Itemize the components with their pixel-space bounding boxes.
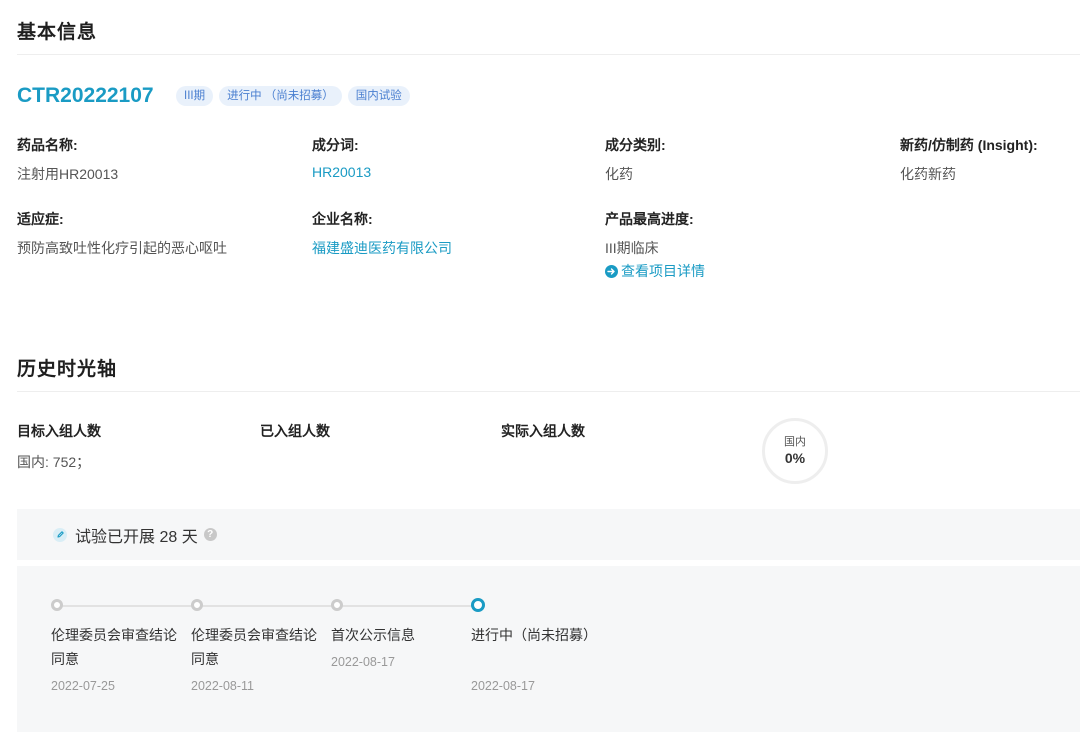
timeline-event-title: 首次公示信息 xyxy=(331,627,415,643)
ingredient-type-value: 化药 xyxy=(605,166,633,182)
timeline-event-date: 2022-08-11 xyxy=(191,679,255,693)
trial-duration-bar: 试验已开展 28 天 ? xyxy=(17,509,1080,560)
timeline-event-title: 伦理委员会审查结论同意 xyxy=(191,627,317,667)
trial-duration-text: 试验已开展 28 天 xyxy=(75,528,198,546)
company-label: 企业名称: xyxy=(312,211,373,227)
enrollment-gauge: 国内 0% xyxy=(762,418,828,484)
company-link[interactable]: 福建盛迪医药有限公司 xyxy=(312,238,452,258)
timeline-event-date: 2022-08-17 xyxy=(331,655,395,669)
indication-label: 适应症: xyxy=(17,211,64,227)
timeline-connector xyxy=(197,605,337,607)
enrolled-label: 已入组人数 xyxy=(260,423,330,439)
max-progress-label: 产品最高进度: xyxy=(605,211,694,227)
trial-id: CTR20222107 xyxy=(17,84,154,107)
ingredient-type-label: 成分类别: xyxy=(605,137,666,153)
drug-name-value: 注射用HR20013 xyxy=(17,166,119,182)
timeline-event-date: 2022-07-25 xyxy=(51,679,115,693)
project-detail-label: 查看项目详情 xyxy=(621,263,705,279)
timeline-node-3-active xyxy=(471,598,485,612)
trial-tags: III期 进行中 （尚未招募） 国内试验 xyxy=(176,86,410,106)
tag-phase: III期 xyxy=(176,86,214,106)
gauge-value: 0% xyxy=(784,450,806,466)
basic-info-divider xyxy=(17,54,1080,55)
tag-region: 国内试验 xyxy=(347,86,410,106)
target-enrollment-value: 国内: 752； xyxy=(17,454,91,470)
timeline-node-0 xyxy=(51,599,63,611)
history-divider xyxy=(17,391,1080,392)
history-title: 历史时光轴 xyxy=(17,359,118,380)
question-icon[interactable]: ? xyxy=(203,528,217,541)
arrow-circle-icon xyxy=(605,264,618,278)
actual-enrollment-label: 实际入组人数 xyxy=(501,423,585,439)
basic-info-title: 基本信息 xyxy=(17,22,98,43)
timeline-node-2 xyxy=(331,599,343,611)
timeline-event-date: 2022-08-17 xyxy=(471,679,535,693)
timeline-node-1 xyxy=(191,599,203,611)
indication-value: 预防高致吐性化疗引起的恶心呕吐 xyxy=(17,240,227,256)
project-detail-link[interactable]: 查看项目详情 xyxy=(605,261,705,281)
timeline-connector xyxy=(337,605,477,607)
ingredient-label: 成分词: xyxy=(312,137,359,153)
tag-status: 进行中 （尚未招募） xyxy=(219,86,342,106)
max-progress-value: III期临床 xyxy=(605,240,659,256)
timeline-panel: 伦理委员会审查结论同意 伦理委员会审查结论同意 首次公示信息 进行中（尚未招募）… xyxy=(17,566,1080,732)
pencil-icon xyxy=(53,527,67,542)
timeline-connector xyxy=(57,605,197,607)
new-generic-label: 新药/仿制药 (Insight): xyxy=(900,137,1038,153)
target-enrollment-label: 目标入组人数 xyxy=(17,423,101,439)
timeline-event-title: 伦理委员会审查结论同意 xyxy=(51,627,177,667)
drug-name-label: 药品名称: xyxy=(17,137,78,153)
new-generic-value: 化药新药 xyxy=(900,166,956,182)
timeline-event-title: 进行中（尚未招募） xyxy=(471,627,597,643)
gauge-label: 国内 xyxy=(784,436,806,448)
ingredient-link[interactable]: HR20013 xyxy=(312,164,371,180)
